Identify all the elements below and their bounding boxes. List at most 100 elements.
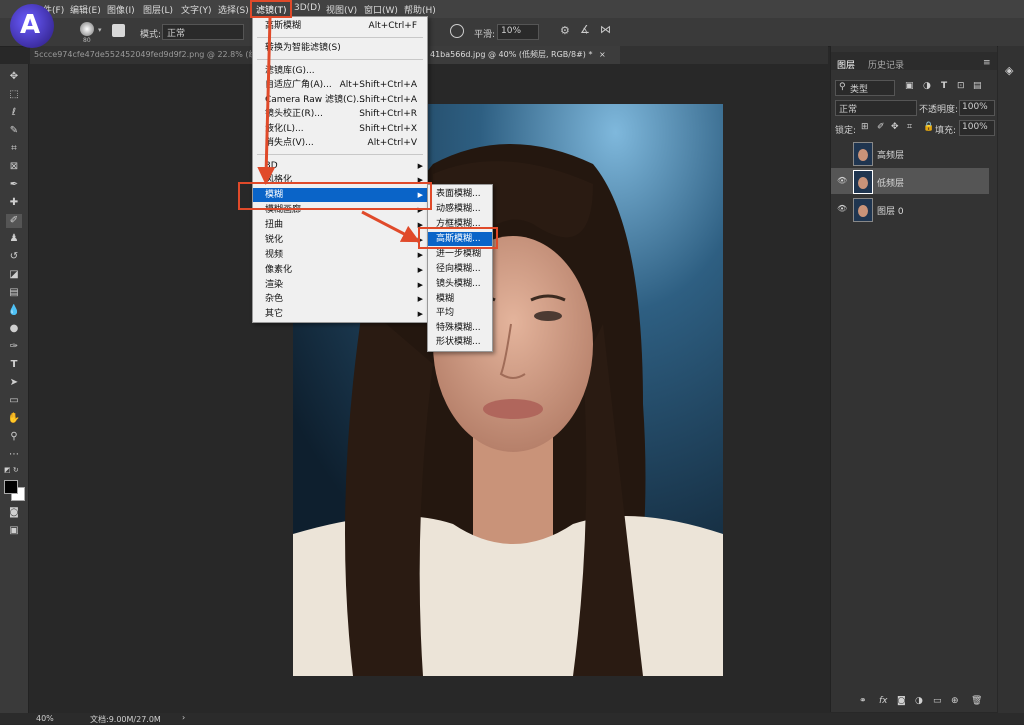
quick-mask-icon[interactable]: ◙	[6, 506, 22, 520]
move-tool-icon[interactable]: ✥	[6, 70, 22, 84]
menu-view[interactable]: 视图(V)	[326, 3, 357, 16]
submenu-item-motion-blur[interactable]: 动感模糊...	[428, 202, 492, 216]
history-brush-tool-icon[interactable]: ↺	[6, 250, 22, 264]
visibility-eye-icon[interactable]: 👁	[837, 204, 847, 213]
delete-layer-icon[interactable]: 🗑	[971, 696, 982, 706]
layer-filter-select[interactable]: ⚲ 类型	[835, 80, 895, 96]
submenu-item-shape-blur[interactable]: 形状模糊...	[428, 335, 492, 349]
crop-tool-icon[interactable]: ⌗	[6, 142, 22, 156]
layer-mask-icon[interactable]: ◙	[897, 696, 906, 706]
layer-row-high-freq[interactable]: 高频层	[831, 140, 989, 166]
clone-stamp-tool-icon[interactable]: ♟	[6, 232, 22, 246]
type-tool-icon[interactable]: T	[6, 358, 22, 372]
status-arrow-icon[interactable]: ›	[182, 713, 185, 722]
menu-item-vanishing-point[interactable]: 消失点(V)... Alt+Ctrl+V	[253, 136, 427, 150]
menu-item-liquify[interactable]: 液化(L)... Shift+Ctrl+X	[253, 122, 427, 136]
mode-select[interactable]: 正常	[162, 24, 244, 40]
smooth-options-icon[interactable]: ⚙	[560, 24, 570, 37]
submenu-item-lens-blur[interactable]: 镜头模糊...	[428, 277, 492, 291]
blend-mode-select[interactable]: 正常	[835, 100, 917, 116]
angle-icon[interactable]: ∡	[580, 23, 590, 36]
menu-item-other[interactable]: 其它 ▶	[253, 307, 427, 321]
frame-tool-icon[interactable]: ⊠	[6, 160, 22, 174]
gradient-tool-icon[interactable]: ▤	[6, 286, 22, 300]
filter-pixel-icon[interactable]: ▣	[905, 81, 914, 91]
blur-tool-icon[interactable]: 💧	[6, 304, 22, 318]
new-layer-icon[interactable]: ⊕	[951, 696, 959, 706]
submenu-item-smart-blur[interactable]: 特殊模糊...	[428, 321, 492, 335]
menu-item-filter-gallery[interactable]: 滤镜库(G)...	[253, 64, 427, 78]
lasso-tool-icon[interactable]: ℓ	[6, 106, 22, 120]
opacity-input[interactable]: 100%	[959, 100, 995, 116]
foreground-color-swatch[interactable]	[4, 480, 18, 494]
dropdown-arrow-icon[interactable]: ▾	[98, 26, 102, 34]
eyedropper-tool-icon[interactable]: ✒	[6, 178, 22, 192]
menu-window[interactable]: 窗口(W)	[364, 3, 398, 16]
lock-position-icon[interactable]: ✥	[891, 122, 899, 132]
menu-item-video[interactable]: 视频 ▶	[253, 248, 427, 262]
menu-help[interactable]: 帮助(H)	[404, 3, 436, 16]
lock-pixels-icon[interactable]: ✐	[877, 122, 885, 132]
filter-smart-icon[interactable]: ▤	[973, 81, 982, 91]
menu-select[interactable]: 选择(S)	[218, 3, 249, 16]
swap-colors-icon[interactable]: ◩ ↻	[4, 466, 19, 474]
eraser-tool-icon[interactable]: ◪	[6, 268, 22, 282]
layer-row-low-freq[interactable]: 👁 低频层	[831, 168, 989, 194]
marquee-tool-icon[interactable]: ⬚	[6, 88, 22, 102]
path-select-tool-icon[interactable]: ➤	[6, 376, 22, 390]
menu-3d[interactable]: 3D(D)	[294, 3, 321, 13]
submenu-item-radial-blur[interactable]: 径向模糊...	[428, 262, 492, 276]
tab-close-icon[interactable]: ×	[599, 50, 606, 59]
tab-history[interactable]: 历史记录	[868, 58, 904, 71]
filter-type-icon[interactable]: T	[941, 81, 947, 91]
brush-panel-icon[interactable]	[112, 24, 125, 37]
submenu-item-blur-more[interactable]: 进一步模糊	[428, 247, 492, 261]
lock-artboard-icon[interactable]: ⌗	[907, 122, 912, 132]
menu-item-camera-raw[interactable]: Camera Raw 滤镜(C)... Shift+Ctrl+A	[253, 93, 427, 107]
lock-all-icon[interactable]: 🔒	[923, 122, 934, 132]
symmetry-icon[interactable]: ⋈	[600, 23, 611, 36]
menu-item-sharpen[interactable]: 锐化 ▶	[253, 233, 427, 247]
visibility-eye-icon[interactable]: 👁	[837, 176, 847, 185]
menu-item-distort[interactable]: 扭曲 ▶	[253, 218, 427, 232]
hand-tool-icon[interactable]: ✋	[6, 412, 22, 426]
menu-layer[interactable]: 图层(L)	[143, 3, 173, 16]
dodge-tool-icon[interactable]: ●	[6, 322, 22, 336]
menu-item-render[interactable]: 渲染 ▶	[253, 278, 427, 292]
layer-style-icon[interactable]: fx	[879, 696, 888, 706]
tab-document-2[interactable]: 41ba566d.jpg @ 40% (低频层, RGB/8#) * ×	[428, 46, 620, 64]
menu-item-noise[interactable]: 杂色 ▶	[253, 292, 427, 306]
menu-image[interactable]: 图像(I)	[107, 3, 135, 16]
shape-tool-icon[interactable]: ▭	[6, 394, 22, 408]
new-group-icon[interactable]: ▭	[933, 696, 942, 706]
menu-item-lens-correction[interactable]: 镜头校正(R)... Shift+Ctrl+R	[253, 107, 427, 121]
quick-select-tool-icon[interactable]: ✎	[6, 124, 22, 138]
menu-item-convert-smart-filter[interactable]: 转换为智能滤镜(S)	[253, 41, 427, 55]
more-tools-icon[interactable]: ⋯	[6, 448, 22, 462]
smooth-input[interactable]: 10%	[497, 24, 539, 40]
menu-item-3d[interactable]: 3D ▶	[253, 159, 427, 173]
layers-dock-icon[interactable]: ◈	[1005, 64, 1013, 77]
brush-tool-icon[interactable]: ✐	[6, 214, 22, 228]
filter-shape-icon[interactable]: ⊡	[957, 81, 965, 91]
menu-item-adaptive-wide-angle[interactable]: 自适应广角(A)... Alt+Shift+Ctrl+A	[253, 78, 427, 92]
fill-input[interactable]: 100%	[959, 120, 995, 136]
pen-tool-icon[interactable]: ✑	[6, 340, 22, 354]
link-layers-icon[interactable]: ⚭	[859, 696, 867, 706]
tab-layers[interactable]: 图层	[837, 58, 855, 71]
menu-edit[interactable]: 编辑(E)	[70, 3, 101, 16]
menu-item-pixelate[interactable]: 像素化 ▶	[253, 263, 427, 277]
submenu-item-average[interactable]: 平均	[428, 306, 492, 320]
screen-mode-icon[interactable]: ▣	[6, 524, 22, 538]
submenu-item-blur[interactable]: 模糊	[428, 292, 492, 306]
menu-item-gaussian-blur-last[interactable]: 高斯模糊 Alt+Ctrl+F	[253, 19, 427, 33]
healing-tool-icon[interactable]: ✚	[6, 196, 22, 210]
panel-menu-icon[interactable]: ≡	[983, 58, 991, 68]
layer-row-layer0[interactable]: 👁 图层 0	[831, 196, 989, 222]
brush-preset-icon[interactable]	[80, 22, 94, 36]
menu-type[interactable]: 文字(Y)	[181, 3, 212, 16]
lock-transparent-icon[interactable]: ⊞	[861, 122, 869, 132]
filter-adjust-icon[interactable]: ◑	[923, 81, 931, 91]
tab-document-1[interactable]: 5ccce974cfe47de552452049fed9d9f2.png @ 2…	[34, 46, 264, 64]
adjustment-layer-icon[interactable]: ◑	[915, 696, 923, 706]
